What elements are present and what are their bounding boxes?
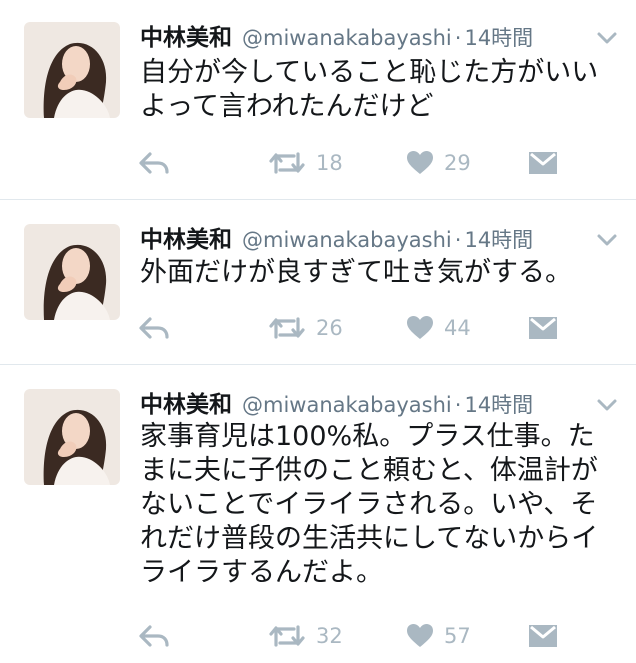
reply-button[interactable] bbox=[138, 619, 170, 653]
tweet-time[interactable]: 14時間 bbox=[464, 224, 533, 254]
separator-dot: · bbox=[454, 26, 462, 50]
reply-icon bbox=[139, 625, 169, 647]
tweet-header: 中林美和 @miwanakabayashi · 14時間 bbox=[140, 18, 533, 52]
direct-message-icon bbox=[529, 152, 557, 174]
author-handle[interactable]: @miwanakabayashi bbox=[242, 26, 452, 50]
avatar[interactable] bbox=[24, 22, 120, 118]
direct-message-button[interactable] bbox=[528, 311, 558, 345]
direct-message-button[interactable] bbox=[528, 146, 558, 180]
reply-icon bbox=[139, 152, 169, 174]
tweet-text: 家事育児は100%私。プラス仕事。た まに夫に子供のこと頼むと、体温計が ないこ… bbox=[140, 421, 599, 588]
tweet-text: 自分が今していること恥じた方がいい よって言われたんだけど bbox=[140, 57, 599, 122]
tweet-actions: 32 57 bbox=[138, 619, 598, 653]
tweet-time[interactable]: 14時間 bbox=[464, 22, 533, 52]
like-count: 29 bbox=[444, 151, 471, 175]
author-handle[interactable]: @miwanakabayashi bbox=[242, 393, 452, 417]
tweet-actions: 18 29 bbox=[138, 146, 598, 180]
tweet[interactable]: 中林美和 @miwanakabayashi · 14時間 外面だけが良すぎて吐き… bbox=[0, 200, 636, 364]
timeline: 中林美和 @miwanakabayashi · 14時間 自分が今していること恥… bbox=[0, 0, 636, 663]
reply-button[interactable] bbox=[138, 146, 170, 180]
reply-button[interactable] bbox=[138, 311, 170, 345]
heart-icon bbox=[407, 151, 433, 174]
retweet-count: 18 bbox=[316, 151, 343, 175]
retweet-count: 32 bbox=[316, 624, 343, 648]
tweet[interactable]: 中林美和 @miwanakabayashi · 14時間 家事育児は100%私。… bbox=[0, 365, 636, 663]
direct-message-icon bbox=[529, 317, 557, 339]
heart-icon bbox=[407, 316, 433, 339]
retweet-button[interactable]: 32 bbox=[268, 619, 343, 653]
retweet-count: 26 bbox=[316, 316, 343, 340]
tweet-text: 外面だけが良すぎて吐き気がする。 bbox=[140, 257, 572, 288]
author-handle[interactable]: @miwanakabayashi bbox=[242, 228, 452, 252]
avatar-photo bbox=[24, 389, 120, 485]
like-button[interactable]: 57 bbox=[406, 619, 471, 653]
tweet[interactable]: 中林美和 @miwanakabayashi · 14時間 自分が今していること恥… bbox=[0, 0, 636, 200]
tweet-time[interactable]: 14時間 bbox=[464, 389, 533, 419]
retweet-button[interactable]: 26 bbox=[268, 311, 343, 345]
retweet-icon bbox=[269, 317, 305, 339]
chevron-down-icon[interactable] bbox=[596, 397, 618, 413]
like-count: 57 bbox=[444, 624, 471, 648]
chevron-down-icon[interactable] bbox=[596, 232, 618, 248]
separator-dot: · bbox=[454, 393, 462, 417]
tweet-actions: 26 44 bbox=[138, 311, 598, 345]
tweet-header: 中林美和 @miwanakabayashi · 14時間 bbox=[140, 220, 533, 254]
author-name[interactable]: 中林美和 bbox=[140, 18, 232, 52]
retweet-icon bbox=[269, 625, 305, 647]
like-button[interactable]: 44 bbox=[406, 311, 471, 345]
direct-message-button[interactable] bbox=[528, 619, 558, 653]
author-name[interactable]: 中林美和 bbox=[140, 220, 232, 254]
tweet-header: 中林美和 @miwanakabayashi · 14時間 bbox=[140, 385, 533, 419]
direct-message-icon bbox=[529, 625, 557, 647]
heart-icon bbox=[407, 624, 433, 647]
avatar-photo bbox=[24, 22, 120, 118]
like-count: 44 bbox=[444, 316, 471, 340]
like-button[interactable]: 29 bbox=[406, 146, 471, 180]
avatar-photo bbox=[24, 224, 120, 320]
retweet-icon bbox=[269, 152, 305, 174]
avatar[interactable] bbox=[24, 389, 120, 485]
author-name[interactable]: 中林美和 bbox=[140, 385, 232, 419]
reply-icon bbox=[139, 317, 169, 339]
chevron-down-icon[interactable] bbox=[596, 30, 618, 46]
separator-dot: · bbox=[454, 228, 462, 252]
retweet-button[interactable]: 18 bbox=[268, 146, 343, 180]
avatar[interactable] bbox=[24, 224, 120, 320]
